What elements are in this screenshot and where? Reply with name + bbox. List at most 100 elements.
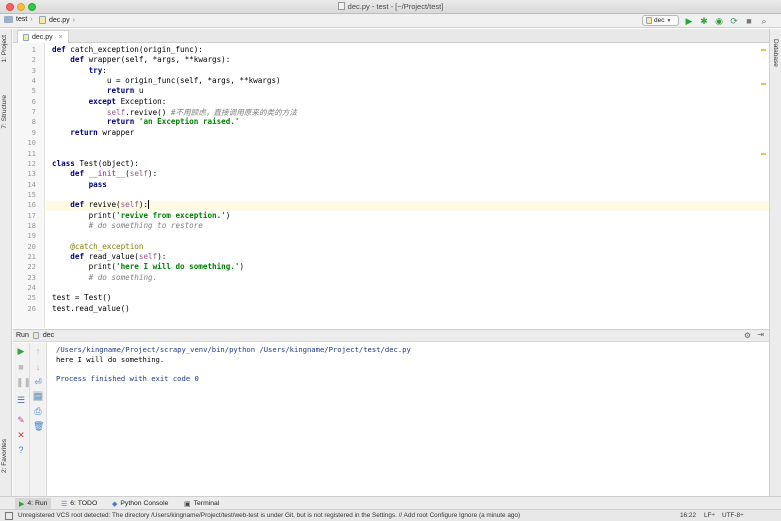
tool-tab-terminal[interactable]: ▣ Terminal [180,498,223,509]
profile-icon[interactable]: ⟳ [729,16,739,26]
code-token: ): [157,252,167,261]
code-token: test = Test() [52,293,112,303]
code-line[interactable]: pass [52,180,107,189]
folder-icon [4,16,13,23]
code-line[interactable]: print('revive from exception.') [52,210,231,220]
rerun-icon[interactable]: ▶ [16,346,26,356]
tool-tab-python-console[interactable]: ◆ Python Console [108,498,172,509]
status-message[interactable]: Unregistered VCS root detected: The dire… [18,512,520,519]
breadcrumb-project[interactable]: test › [4,16,33,23]
close-run-icon[interactable]: ✕ [16,430,26,440]
code-line[interactable]: @catch_exception [52,242,143,251]
tool-windows-toggle-icon[interactable] [5,512,13,520]
code-token: def [70,200,89,210]
warning-marker[interactable] [761,153,766,155]
line-number: 1 [31,45,36,54]
settings-gear-icon[interactable]: ⚙ [744,331,751,340]
arrow-down-icon[interactable]: ↓ [33,362,43,372]
editor-tab-dec-py[interactable]: dec.py × [17,30,69,43]
line-separator[interactable]: LF÷ [704,512,715,519]
search-icon[interactable]: ⌕ [759,16,769,26]
breadcrumb-file[interactable]: dec.py › [39,16,75,24]
code-token: Exception: [120,96,167,106]
code-line[interactable]: print('here I will do something.') [52,262,244,271]
project-tool-tab[interactable]: 1: Project [1,35,8,62]
run-icon[interactable]: ▶ [684,16,694,26]
favorites-tool-tab[interactable]: 2: Favorites [1,439,8,473]
soft-wrap-icon[interactable]: ⏎ [33,377,43,387]
console-line: here I will do something. [56,354,165,364]
code-line[interactable]: self.revive() #不用顾虑，直接调用原来的类的方法 [52,107,297,118]
print-icon[interactable]: ⎙ [33,406,43,416]
code-line[interactable]: return wrapper [52,128,134,137]
stop-icon[interactable]: ■ [744,16,754,26]
run-panel-label: Run [16,332,29,339]
run-configuration-select[interactable]: dec ▼ [642,15,679,26]
code-line[interactable]: return 'an Exception raised.' [52,117,240,127]
line-number: 21 [27,252,36,261]
code-line[interactable]: def catch_exception(origin_func): [52,45,203,54]
warning-marker[interactable] [761,83,766,85]
code-line[interactable]: def revive(self): [52,200,150,210]
line-number: 19 [27,231,36,241]
code-token: wrapper [102,127,135,137]
line-number: 20 [27,241,36,251]
debug-icon[interactable]: ✱ [699,16,709,26]
line-number: 2 [31,55,36,65]
stop-icon[interactable]: ■ [16,362,26,372]
tool-tab-run[interactable]: ▶ 4: Run [15,498,52,509]
code-token: def [52,45,71,54]
code-token: def [70,169,89,179]
status-bar: Unregistered VCS root detected: The dire… [0,509,781,521]
code-line[interactable]: def wrapper(self, *args, **kwargs): [52,55,230,64]
tool-tab-todo[interactable]: ☰ 6: TODO [57,498,101,509]
dump-threads-icon[interactable]: ☰ [16,395,26,405]
code-token: : [102,65,107,75]
code-line[interactable]: def __init__(self): [52,169,157,178]
code-line[interactable]: class Test(object): [52,159,139,168]
file-icon [337,2,345,10]
arrow-up-icon[interactable]: ↑ [33,346,43,356]
code-token: print( [52,210,117,220]
warning-marker[interactable] [761,49,766,51]
code-token: self [129,169,149,179]
run-toolbar-secondary: ↑ ↓ ⏎ ▤ ⎙ 🗑 [30,343,47,496]
code-line[interactable]: return u [52,86,144,95]
help-icon[interactable]: ? [16,445,26,455]
close-tab-icon[interactable]: × [59,34,63,41]
coverage-icon[interactable]: ◉ [714,16,724,26]
code-line[interactable]: # do something to restore [52,221,203,230]
run-console-output[interactable]: /Users/kingname/Project/scrapy_venv/bin/… [48,343,769,496]
line-number: 13 [27,169,36,179]
hide-panel-icon[interactable]: ⇥ [757,330,764,339]
navigation-bar: test › dec.py › dec ▼ ▶ ✱ ◉ ⟳ ■ ⌕ [0,14,781,28]
code-token: catch_exception(origin_func): [70,45,203,54]
code-line[interactable]: def read_value(self): [52,252,166,261]
code-line[interactable]: except Exception: [52,96,167,106]
run-config-label[interactable]: dec [43,332,54,339]
code-token: return [70,127,103,137]
code-line[interactable]: try: [52,66,107,75]
line-number: 24 [27,283,36,293]
code-line[interactable]: # do something. [52,273,158,282]
code-line[interactable]: u = origin_func(self, *args, **kwargs) [52,76,281,85]
code-token: self [138,252,158,261]
code-editor[interactable]: 1 2 3 4 5 6 7 8 9 10 11 12 13 14 15 16 17 18 19 20 21 22 23 24 2… [13,43,769,328]
scroll-to-end-icon[interactable]: ▤ [33,391,43,401]
line-number: 23 [27,272,36,282]
pin-tab-icon[interactable]: ✎ [16,415,26,425]
editor-scrollbar[interactable] [761,43,767,328]
code-line[interactable]: test.read_value() [52,304,130,313]
cursor-position[interactable]: 16:22 [680,512,696,519]
code-line[interactable]: test = Test() [52,293,111,302]
pause-icon[interactable]: ❚❚ [16,377,31,387]
code-token: return [106,117,139,127]
clear-all-icon[interactable]: 🗑 [33,421,44,431]
structure-tool-tab[interactable]: 7: Structure [1,95,8,129]
database-tool-tab[interactable]: Database [772,39,779,67]
file-encoding[interactable]: UTF-8÷ [722,512,744,519]
